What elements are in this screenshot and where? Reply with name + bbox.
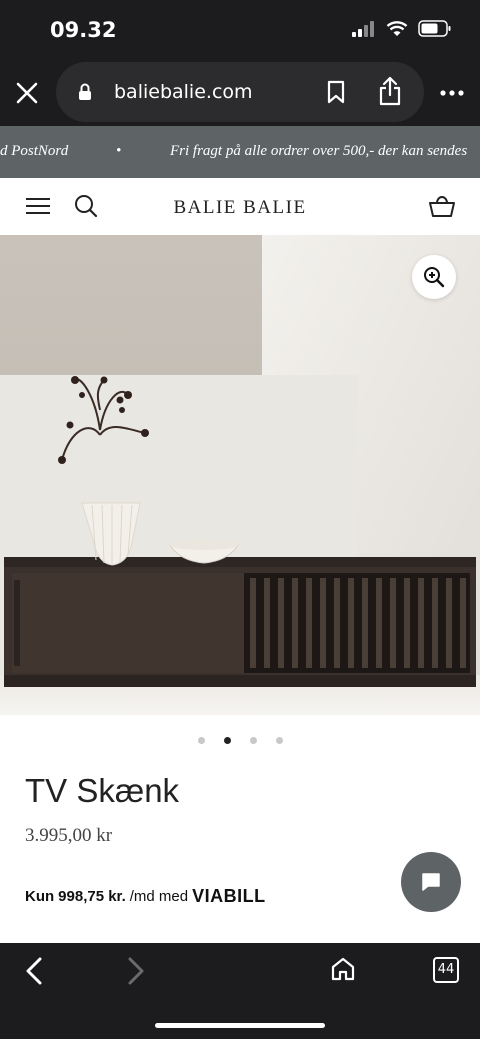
back-icon[interactable]	[24, 957, 44, 985]
bookmark-icon[interactable]	[326, 80, 346, 104]
product-image[interactable]	[0, 235, 480, 715]
carousel-dot-active[interactable]	[223, 737, 231, 744]
zoom-in-icon	[424, 267, 445, 288]
status-icons	[352, 20, 452, 37]
lock-icon	[79, 83, 91, 100]
wifi-icon	[386, 20, 408, 36]
product-price: 3.995,00 kr	[25, 825, 113, 846]
zoom-button[interactable]	[412, 255, 456, 299]
address-bar[interactable]: baliebalie.com	[56, 62, 424, 122]
chat-button[interactable]	[401, 852, 461, 912]
viabill-amount: 998,75 kr.	[58, 888, 126, 905]
carousel-dot[interactable]	[249, 737, 257, 744]
product-title: TV Skænk	[25, 772, 180, 809]
ticker-text-left: d PostNord	[0, 143, 69, 159]
signal-icon	[352, 20, 374, 37]
site-header: BALIE BALIE	[0, 178, 480, 235]
brand-logo[interactable]: BALIE BALIE	[0, 197, 480, 219]
browser-bottom-bar: 44	[0, 943, 480, 1039]
viabill-financing[interactable]: Kun 998,75 kr. /md med VIABILL	[25, 886, 266, 907]
viabill-logo: VIABILL	[192, 886, 266, 906]
tabs-button[interactable]: 44	[433, 957, 459, 983]
status-time: 09.32	[50, 18, 117, 42]
viabill-suffix: /md med	[129, 888, 189, 905]
carousel-dots	[0, 737, 480, 744]
url-text: baliebalie.com	[114, 81, 253, 103]
chat-icon	[422, 873, 440, 891]
carousel-dot[interactable]	[197, 737, 205, 744]
ticker-text-right: Fri fragt på alle ordrer over 500,- der …	[170, 143, 468, 159]
ticker-separator: •	[116, 143, 122, 159]
close-icon[interactable]	[14, 80, 40, 106]
share-icon[interactable]	[378, 76, 402, 106]
basket-icon[interactable]	[428, 194, 456, 218]
browser-toolbar: baliebalie.com	[0, 60, 480, 126]
home-indicator	[155, 1023, 325, 1028]
announcement-ticker: d PostNord • Fri fragt på alle ordrer ov…	[0, 126, 480, 178]
forward-icon[interactable]	[126, 957, 146, 985]
product-photo	[0, 235, 480, 715]
status-bar: 09.32	[0, 0, 480, 60]
carousel-dot[interactable]	[275, 737, 283, 744]
viabill-prefix: Kun	[25, 888, 55, 905]
battery-icon	[418, 20, 451, 37]
more-icon[interactable]	[440, 90, 464, 96]
home-icon[interactable]	[330, 956, 356, 982]
